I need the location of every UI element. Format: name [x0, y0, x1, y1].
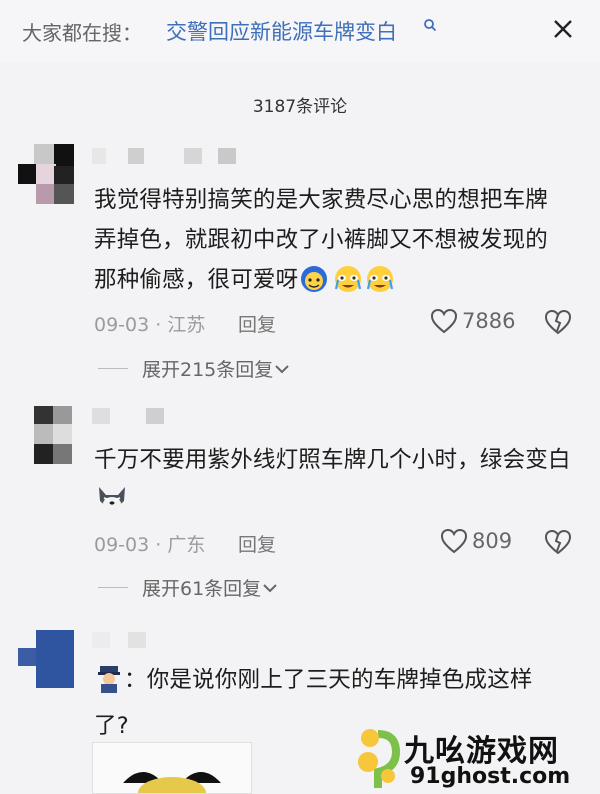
comment-meta: 09-03 · 江苏: [94, 314, 206, 336]
reply-image-thumbnail[interactable]: [92, 742, 252, 794]
emoji-crying-face-icon: [364, 263, 396, 306]
like-button[interactable]: 7886: [430, 308, 515, 334]
comment-location: 江苏: [167, 314, 206, 336]
avatar[interactable]: [18, 144, 76, 206]
divider: [98, 368, 128, 369]
emoji-husky-icon: [94, 483, 130, 526]
search-prefix: 大家都在搜：: [22, 21, 142, 45]
search-icon: [424, 19, 437, 32]
username-blurred[interactable]: [92, 408, 172, 426]
like-button[interactable]: 809: [440, 528, 512, 554]
comment-text: 千万不要用紫外线灯照车牌几个小时，绿会变白: [94, 440, 574, 526]
close-icon[interactable]: [548, 14, 578, 44]
panda-sticker-icon: [123, 772, 221, 793]
expand-replies-label: 展开61条回复: [142, 578, 262, 600]
like-count: 809: [472, 529, 513, 553]
dislike-icon[interactable]: [544, 529, 572, 555]
watermark: 九吆游戏网 91ghost.com: [352, 722, 592, 792]
like-count: 7886: [462, 309, 516, 333]
expand-replies-button[interactable]: 展开215条回复: [98, 355, 291, 382]
chevron-down-icon: [275, 364, 289, 373]
logo-flower-icon: [358, 729, 401, 788]
search-bar: 大家都在搜： 交警回应新能源车牌变白: [0, 0, 600, 62]
reply-button[interactable]: 回复: [238, 530, 276, 557]
emoji-crying-face-icon: [332, 263, 364, 306]
avatar[interactable]: [18, 630, 74, 688]
comment-meta: 09-03 · 广东: [94, 534, 206, 556]
heart-icon: [440, 528, 468, 554]
search-query-link[interactable]: 交警回应新能源车牌变白: [166, 16, 397, 46]
username-blurred[interactable]: [92, 632, 172, 650]
emoji-blue-face-icon: [298, 263, 332, 306]
expand-replies-label: 展开215条回复: [142, 359, 274, 381]
divider: [98, 587, 128, 588]
chevron-down-icon: [263, 583, 277, 592]
comment-date: 09-03: [94, 314, 150, 336]
expand-replies-button[interactable]: 展开61条回复: [98, 574, 279, 601]
dislike-icon[interactable]: [544, 309, 572, 335]
comment-date: 09-03: [94, 534, 150, 556]
comment-text: 我觉得特别搞笑的是大家费尽心思的想把车牌弄掉色，就跟初中改了小裤脚又不想被发现的…: [94, 180, 564, 306]
heart-icon: [430, 308, 458, 334]
avatar[interactable]: [34, 406, 72, 464]
reply-button[interactable]: 回复: [238, 310, 276, 337]
comment-location: 广东: [167, 534, 206, 556]
username-blurred[interactable]: [92, 148, 237, 166]
comment-count: 3187条评论: [252, 97, 348, 117]
watermark-url: 91ghost.com: [410, 764, 571, 789]
emoji-police-officer-icon: [94, 663, 124, 706]
